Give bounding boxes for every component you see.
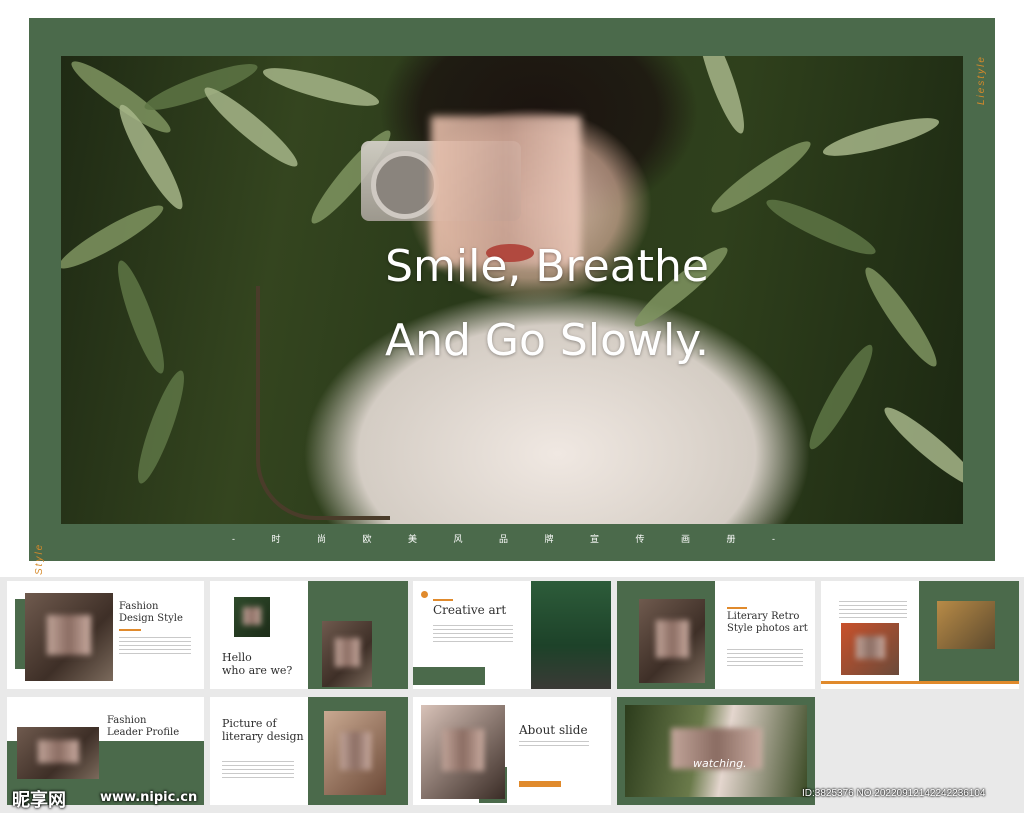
thumbnail-title-line-2: who are we? — [222, 664, 293, 678]
text-placeholder — [519, 741, 589, 749]
thumbnail-photo — [421, 705, 505, 799]
orange-dot — [421, 591, 428, 598]
text-placeholder — [119, 637, 191, 657]
watermark-url: www.nipic.cn — [100, 790, 198, 805]
thumbnail-title: Picture of literary design — [222, 717, 304, 743]
thumbnail-photo — [531, 581, 611, 689]
thumbnail-slide-7[interactable]: Picture of literary design — [210, 697, 408, 805]
thumbnail-slide-9[interactable]: watching. — [617, 697, 815, 805]
thumbnail-photo — [324, 711, 386, 795]
accent-line — [119, 629, 141, 631]
thumbnail-photo — [322, 621, 372, 687]
leaf-decoration — [197, 80, 305, 174]
leaf-decoration — [130, 366, 192, 488]
thumbnail-slide-3[interactable]: Creative art — [413, 581, 611, 689]
thumbnail-title-line-2: Design Style — [119, 613, 183, 624]
thumbnail-slide-4[interactable]: Literary Retro Style photos art — [617, 581, 815, 689]
camera-lens-graphic — [371, 151, 439, 219]
watermark-logo: 昵享网 — [12, 790, 66, 811]
thumbnail-title: About slide — [519, 723, 588, 737]
leaf-decoration — [820, 110, 942, 164]
thumbnail-title-line-1: Picture of — [222, 717, 277, 730]
hero-chinese-caption: - 时 尚 欧 美 风 品 牌 宣 传 画 册 - — [231, 534, 792, 544]
thumbnail-photo — [937, 601, 995, 649]
watermark-id: ID:3825376 NO:20220912142242236104 — [802, 788, 986, 799]
orange-button — [519, 781, 561, 787]
thumbnail-title-line-1: Fashion — [107, 715, 147, 726]
thumbnail-photo — [625, 705, 807, 797]
thumbnail-slide-2[interactable]: Hello who are we? — [210, 581, 408, 689]
text-placeholder — [727, 649, 803, 669]
thumbnail-title: Creative art — [433, 603, 507, 617]
hero-headline: Smile, Breathe And Go Slowly. — [61, 230, 963, 378]
thumbnail-title: Literary Retro Style photos art — [727, 611, 808, 635]
thumbnail-title-line-2: literary design — [222, 730, 304, 744]
side-label-left: Style — [34, 542, 45, 575]
thumbnail-slide-8[interactable]: About slide — [413, 697, 611, 805]
thumbnail-slide-1[interactable]: Fashion Design Style — [7, 581, 204, 689]
accent-line — [433, 599, 453, 601]
thumbnail-photo — [25, 593, 113, 681]
leaf-decoration — [690, 56, 752, 138]
thumbnail-overlay-text: watching. — [693, 757, 747, 770]
thumbnail-photo — [17, 727, 99, 779]
hero-headline-line-1: Smile, Breathe — [385, 241, 709, 292]
thumbnail-photo — [234, 597, 270, 637]
text-placeholder — [222, 761, 294, 781]
leaf-decoration — [260, 60, 382, 114]
thumbnail-photo — [639, 599, 705, 683]
leaf-decoration — [877, 400, 963, 494]
thumbnail-title: Fashion Design Style — [119, 601, 183, 625]
green-block — [413, 667, 485, 685]
thumbnail-title-line-2: Style photos art — [727, 623, 808, 634]
accent-bar — [821, 681, 1019, 684]
thumbnail-title-line-1: Literary Retro — [727, 611, 800, 622]
thumbnail-title: Fashion Leader Profile — [107, 715, 179, 739]
text-placeholder — [433, 625, 513, 645]
thumbnail-slide-5[interactable] — [821, 581, 1019, 689]
accent-line — [727, 607, 747, 609]
thumbnail-photo — [841, 623, 899, 675]
hero-headline-line-2: And Go Slowly. — [385, 315, 709, 366]
thumbnail-title-line-1: Hello — [222, 651, 252, 664]
thumbnail-title: Hello who are we? — [222, 651, 292, 677]
thumbnail-title-line-1: Fashion — [119, 601, 159, 612]
side-label-right: Liestyle — [976, 55, 987, 105]
hero-slide[interactable]: Smile, Breathe And Go Slowly. - 时 尚 欧 美 … — [0, 0, 1024, 577]
thumbnail-title-line-2: Leader Profile — [107, 727, 180, 738]
text-placeholder — [839, 601, 907, 621]
